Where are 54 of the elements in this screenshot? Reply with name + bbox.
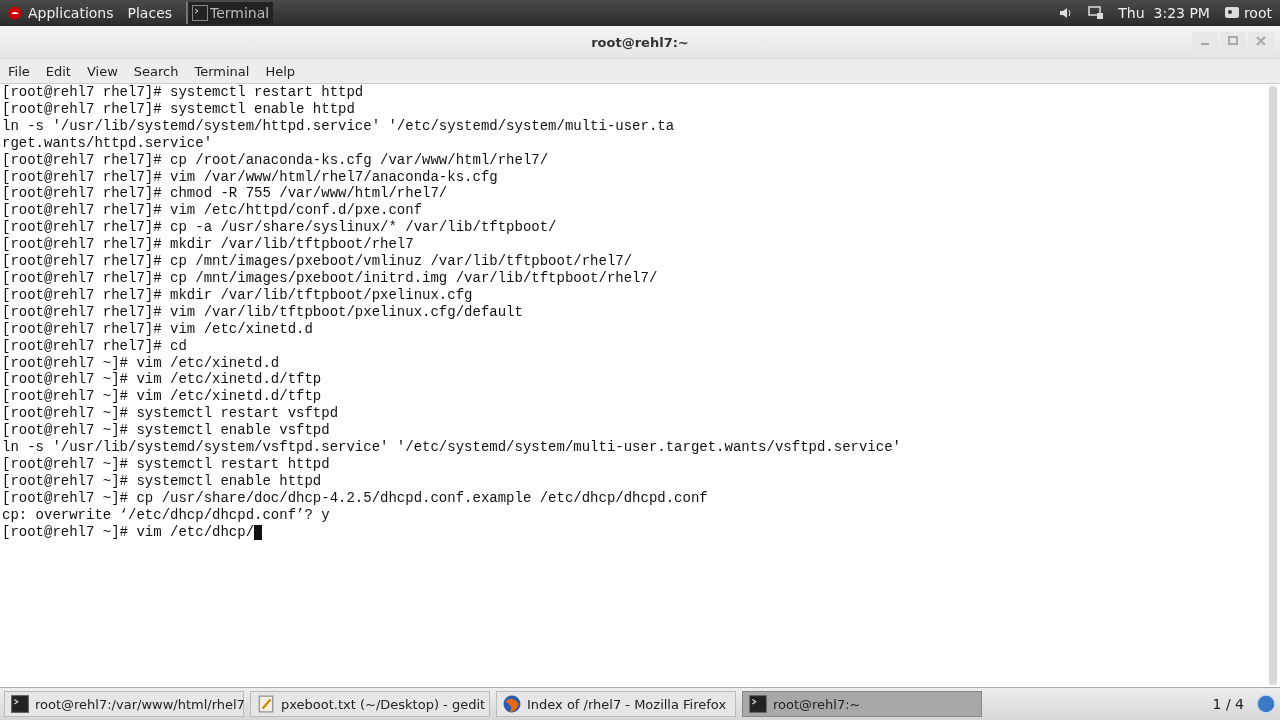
menu-item[interactable]: Edit bbox=[45, 63, 71, 79]
terminal-line: rget.wants/httpd.service' bbox=[2, 134, 213, 152]
terminal-line: [root@rehl7 ~]# vim /etc/dhcp/ bbox=[2, 523, 255, 541]
terminal-line: [root@rehl7 rhel7]# cp /mnt/images/pxeboot/vmlinuz /var/lib/tftpboot/rhel7/ bbox=[2, 253, 633, 270]
menu-item[interactable]: Search bbox=[133, 63, 179, 79]
terminal-icon bbox=[192, 5, 209, 21]
terminal-line: [root@rehl7 ~]# systemctl restart httpd bbox=[2, 455, 330, 473]
menu-item[interactable]: File bbox=[8, 63, 30, 79]
terminal-icon bbox=[11, 695, 29, 713]
panel-menu[interactable]: Places bbox=[127, 5, 173, 21]
terminal-line: [root@rehl7 ~]# systemctl restart vsftpd bbox=[2, 405, 339, 423]
active-app-button[interactable]: Terminal bbox=[186, 2, 274, 24]
scrollbar[interactable] bbox=[1269, 86, 1277, 685]
terminal-line: [root@rehl7 ~]# vim /etc/xinetd.d bbox=[2, 354, 280, 372]
terminal-line: [root@rehl7 rhel7]# vim /etc/httpd/conf.d/pxe.conf bbox=[2, 202, 423, 220]
window-title: root@rehl7:~ bbox=[591, 34, 689, 50]
taskbar-button[interactable]: root@rehl7:/var/www/html/rhel7 bbox=[4, 691, 244, 717]
notification-icon[interactable] bbox=[1256, 694, 1276, 714]
menu-item[interactable]: View bbox=[86, 63, 118, 79]
terminal-line: ln -s '/usr/lib/systemd/system/vsftpd.service' '/etc/systemd/system/multi-user.target.wants/vsftpd.service' bbox=[2, 439, 901, 456]
menu-item[interactable]: Help bbox=[265, 63, 296, 79]
network-icon[interactable] bbox=[1088, 5, 1105, 21]
terminal-icon bbox=[749, 695, 767, 713]
terminal-line: [root@rehl7 rhel7]# vim /var/www/html/rhel7/anaconda-ks.cfg bbox=[2, 168, 498, 186]
clock[interactable]: Thu 3:23 PM bbox=[1118, 5, 1210, 21]
terminal-line: [root@rehl7 rhel7]# systemctl restart httpd bbox=[2, 84, 364, 101]
terminal-line: [root@rehl7 rhel7]# cp /mnt/images/pxeboot/initrd.img /var/lib/tftpboot/rhel7/ bbox=[2, 269, 658, 287]
terminal-line: [root@rehl7 rhel7]# mkdir /var/lib/tftpboot/rhel7 bbox=[2, 236, 414, 254]
terminal-line: [root@rehl7 ~]# vim /etc/xinetd.d/tftp bbox=[2, 371, 322, 389]
terminal-line: [root@rehl7 ~]# systemctl enable httpd bbox=[2, 472, 322, 490]
terminal-line: [root@rehl7 ~]# vim /etc/xinetd.d/tftp bbox=[2, 388, 322, 406]
hat-icon[interactable] bbox=[8, 6, 22, 20]
taskbar-button[interactable]: root@rehl7:~ bbox=[742, 691, 982, 717]
taskbar-button[interactable]: pxeboot.txt (~/Desktop) - gedit bbox=[250, 691, 490, 717]
terminal-line: [root@rehl7 rhel7]# cp -a /usr/share/syslinux/* /var/lib/tftpboot/ bbox=[2, 219, 557, 237]
terminal-line: ln -s '/usr/lib/systemd/system/httpd.service' '/etc/systemd/system/multi-user.ta bbox=[2, 117, 675, 135]
terminal-line: [root@rehl7 rhel7]# chmod -R 755 /var/www/html/rhel7/ bbox=[2, 185, 448, 203]
terminal-line: [root@rehl7 ~]# cp /usr/share/doc/dhcp-4.2.5/dhcpd.conf.example /etc/dhcp/dhcpd.conf bbox=[2, 489, 708, 507]
menu-item[interactable]: Terminal bbox=[194, 63, 250, 79]
terminal-line: [root@rehl7 ~]# systemctl enable vsftpd bbox=[2, 422, 330, 440]
workspace-indicator[interactable]: 1 / 4 bbox=[1212, 696, 1244, 712]
terminal-line: [root@rehl7 rhel7]# systemctl enable httpd bbox=[2, 100, 355, 118]
panel-menu[interactable]: Applications bbox=[28, 5, 114, 21]
globe-icon bbox=[503, 695, 521, 713]
terminal-line: cp: overwrite ‘/etc/dhcp/dhcpd.conf’? y bbox=[2, 506, 330, 524]
terminal-line: [root@rehl7 rhel7]# cd bbox=[2, 337, 187, 355]
taskbar-button[interactable]: Index of /rhel7 - Mozilla Firefox bbox=[496, 691, 736, 717]
text-cursor bbox=[254, 524, 263, 540]
terminal-line: [root@rehl7 rhel7]# mkdir /var/lib/tftpboot/pxelinux.cfg bbox=[2, 286, 473, 304]
terminal-line: [root@rehl7 rhel7]# vim /etc/xinetd.d bbox=[2, 320, 313, 338]
terminal-line: [root@rehl7 rhel7]# cp /root/anaconda-ks.cfg /var/www/html/rhel7/ bbox=[2, 151, 549, 169]
terminal-line: [root@rehl7 rhel7]# vim /var/lib/tftpboot/pxelinux.cfg/default bbox=[2, 303, 523, 321]
user-menu[interactable]: root bbox=[1223, 5, 1272, 21]
notepad-icon bbox=[257, 695, 275, 713]
